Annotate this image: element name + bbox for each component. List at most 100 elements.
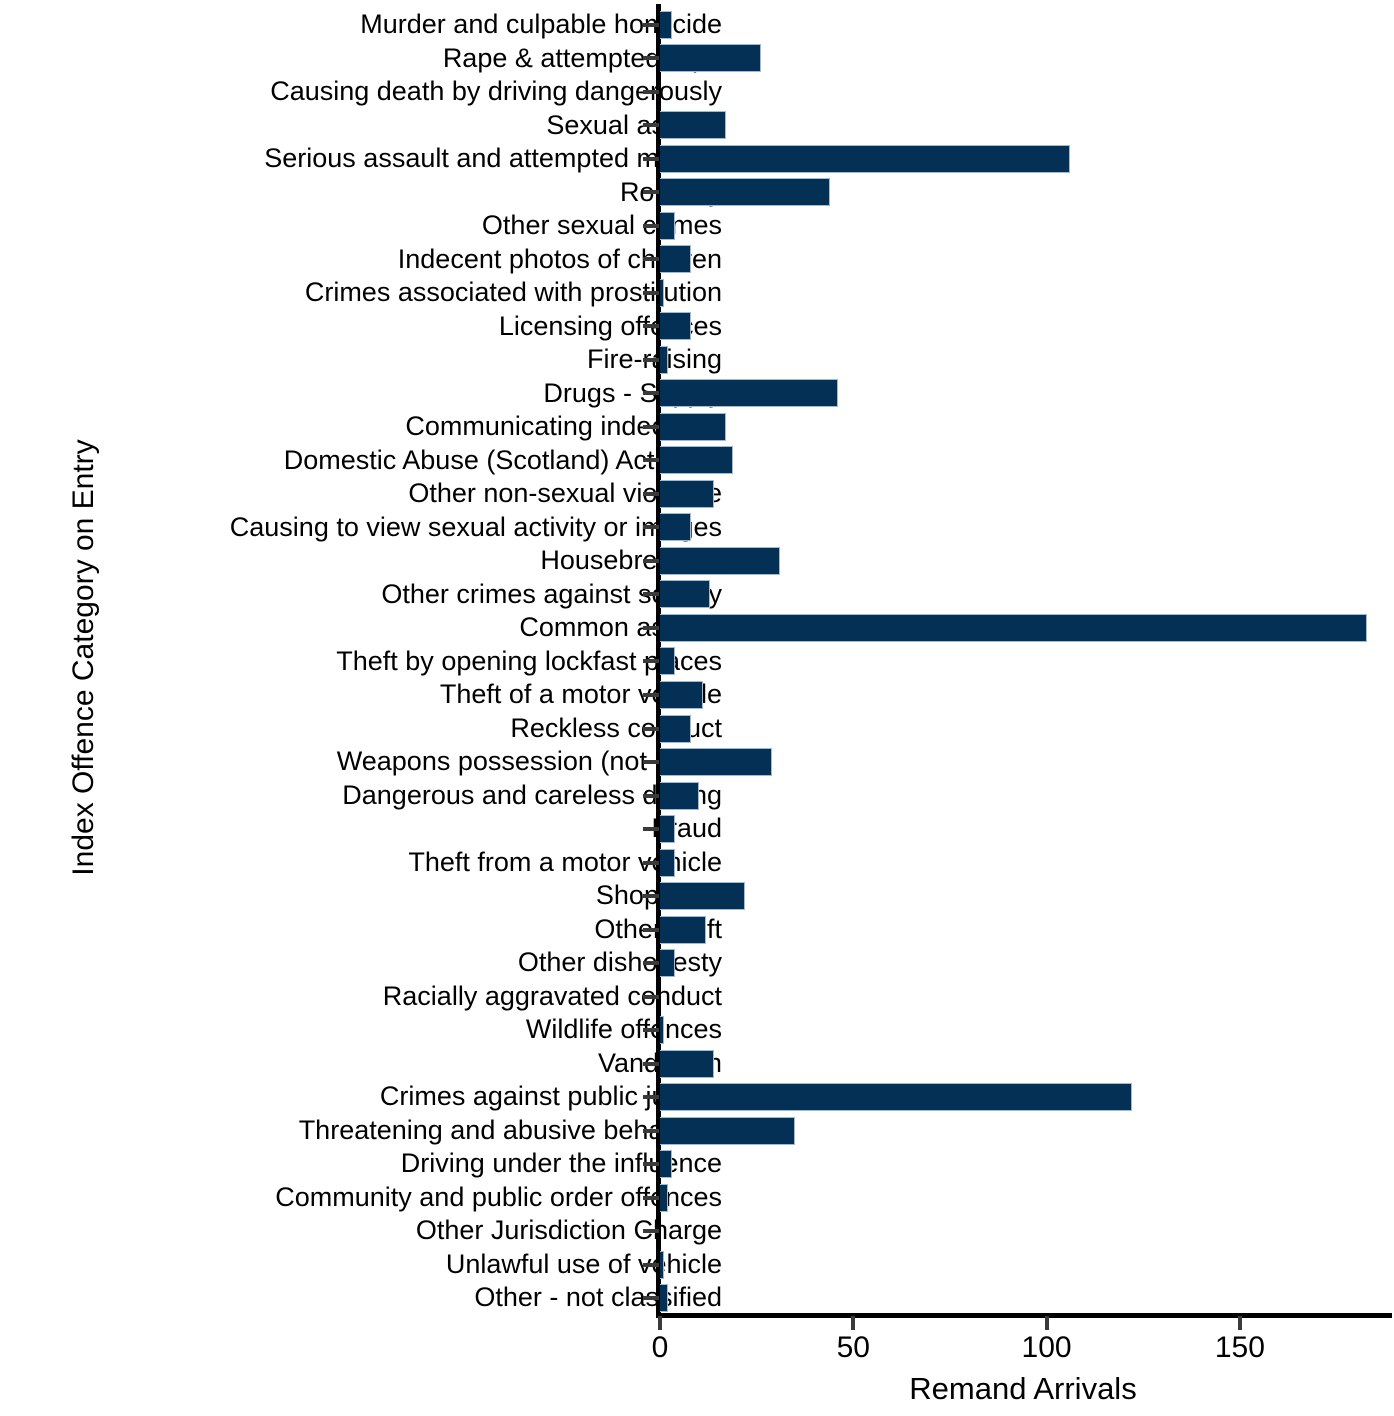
x-axis-tick-label: 0: [651, 1331, 669, 1364]
y-axis-tick-mark: [643, 123, 659, 128]
y-axis-tick-mark: [643, 1195, 659, 1200]
y-axis-tick-mark: [643, 525, 659, 530]
bar: [660, 178, 831, 207]
y-axis-tick-label: Wildlife offences: [525, 1014, 722, 1045]
bar-row: Fire-raising: [0, 343, 1394, 377]
y-axis-tick-mark: [643, 961, 659, 966]
y-axis-tick-mark: [643, 1028, 659, 1033]
y-axis-tick-mark: [643, 1296, 659, 1301]
bar-chart: Index Offence Category on Entry Murder a…: [0, 0, 1394, 1416]
bar: [660, 345, 668, 374]
bar-row: Wildlife offences: [0, 1013, 1394, 1047]
y-axis-tick-mark: [643, 827, 659, 832]
bar-row: Other - not classified: [0, 1281, 1394, 1315]
x-axis-tick-label: 50: [836, 1331, 870, 1364]
bar: [660, 1116, 796, 1145]
bar-row: Robbery: [0, 176, 1394, 210]
bar-row: Reckless conduct: [0, 712, 1394, 746]
bar: [660, 748, 773, 777]
y-axis-tick-mark: [643, 156, 659, 161]
bar: [660, 1049, 715, 1078]
y-axis-tick-label: Other Jurisdiction Charge: [415, 1215, 722, 1246]
y-axis-tick-label: Other sexual crimes: [481, 210, 722, 241]
bar-row: Indecent photos of children: [0, 243, 1394, 277]
bar: [660, 245, 691, 274]
y-axis-tick-mark: [643, 223, 659, 228]
bar: [660, 278, 664, 307]
bar: [660, 915, 707, 944]
y-axis-tick-mark: [643, 894, 659, 899]
bar: [660, 714, 691, 743]
y-axis-tick-mark: [643, 726, 659, 731]
x-axis-title: Remand Arrivals: [909, 1371, 1137, 1406]
y-axis-tick-label: Other dishonesty: [517, 947, 722, 978]
bar: [660, 848, 676, 877]
bar: [660, 949, 676, 978]
y-axis-tick-label: Other - not classified: [474, 1282, 722, 1313]
bar: [660, 580, 711, 609]
bar-row: Crimes associated with prostitution: [0, 276, 1394, 310]
bar-row: Theft of a motor vehicle: [0, 678, 1394, 712]
y-axis-tick-mark: [643, 927, 659, 932]
bar: [660, 412, 726, 441]
bar-row: Drugs - Supply: [0, 377, 1394, 411]
bar-row: Other Jurisdiction Charge: [0, 1214, 1394, 1248]
y-axis-tick-mark: [643, 190, 659, 195]
y-axis-tick-mark: [643, 1229, 659, 1234]
bar: [660, 882, 746, 911]
bar-row: Unlawful use of vehicle: [0, 1248, 1394, 1282]
bar: [660, 1150, 672, 1179]
bar: [660, 681, 703, 709]
y-axis-tick-label: Unlawful use of vehicle: [445, 1248, 722, 1279]
bar-row: Causing to view sexual activity or image…: [0, 511, 1394, 545]
bar-row: Other sexual crimes: [0, 209, 1394, 243]
y-axis-tick-label: Racially aggravated conduct: [382, 980, 722, 1011]
bar-row: Serious assault and attempted murder: [0, 142, 1394, 176]
bar-row: Common assault: [0, 611, 1394, 645]
bar-row: Crimes against public justice: [0, 1080, 1394, 1114]
bar: [660, 1016, 664, 1045]
y-axis-tick-mark: [643, 1095, 659, 1100]
bar: [660, 44, 761, 73]
y-axis-tick-mark: [643, 1061, 659, 1066]
y-axis-tick-mark: [643, 1128, 659, 1133]
bar: [660, 10, 672, 39]
y-axis-tick-label: Driving under the influence: [400, 1148, 722, 1179]
y-axis-tick-mark: [643, 625, 659, 630]
y-axis-tick-mark: [643, 592, 659, 597]
y-axis-tick-mark: [643, 558, 659, 563]
bar: [660, 1183, 668, 1212]
y-axis-tick-mark: [643, 290, 659, 295]
bar: [660, 647, 676, 676]
y-axis-tick-mark: [643, 491, 659, 496]
y-axis-tick-mark: [643, 1262, 659, 1267]
bar-row: Other theft: [0, 913, 1394, 947]
bar-row: Threatening and abusive behaviour: [0, 1114, 1394, 1148]
y-axis-tick-mark: [643, 22, 659, 27]
y-axis-tick-mark: [643, 760, 659, 765]
bar-row: Shoplifting: [0, 879, 1394, 913]
y-axis-tick-mark: [643, 458, 659, 463]
x-axis-tick-mark: [1044, 1316, 1049, 1330]
x-axis-tick-label: 150: [1214, 1331, 1265, 1364]
bar: [660, 613, 1368, 642]
bar-row: Other dishonesty: [0, 946, 1394, 980]
bar: [660, 815, 676, 844]
bar: [660, 513, 691, 542]
bar-row: Other non-sexual violence: [0, 477, 1394, 511]
bar-row: Other crimes against society: [0, 578, 1394, 612]
y-axis-tick-mark: [643, 424, 659, 429]
bar: [660, 379, 838, 408]
bar: [660, 479, 715, 508]
y-axis-tick-mark: [643, 357, 659, 362]
bar: [660, 546, 780, 575]
bar: [660, 1083, 1132, 1112]
x-axis-tick-label: 100: [1021, 1331, 1072, 1364]
bar-row: Licensing offences: [0, 310, 1394, 344]
y-axis-tick-mark: [643, 994, 659, 999]
bar: [660, 111, 726, 140]
bar: [660, 144, 1070, 173]
bar-row: Community and public order offences: [0, 1181, 1394, 1215]
bar-row: Sexual assault: [0, 109, 1394, 143]
x-axis-tick-mark: [1237, 1316, 1242, 1330]
